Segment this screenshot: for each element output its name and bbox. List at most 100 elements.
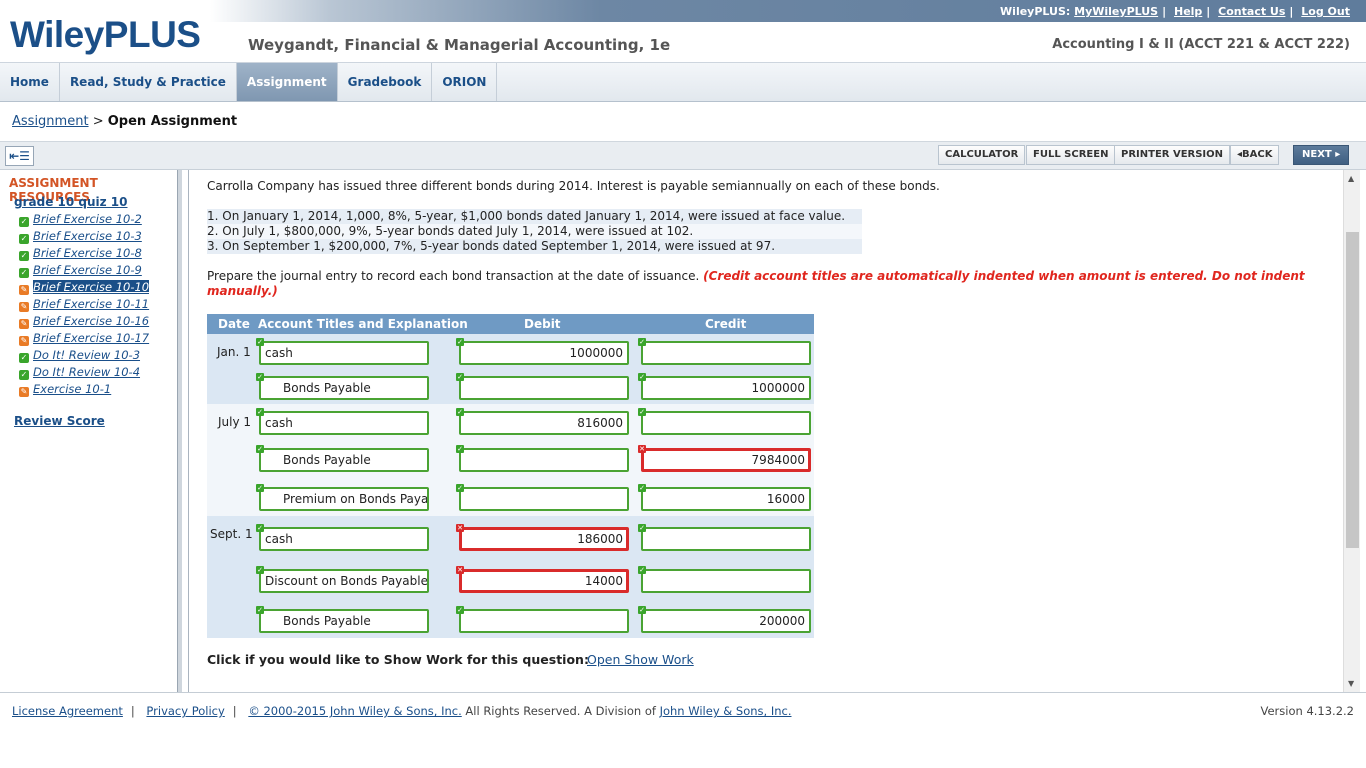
content-scrollbar[interactable]: ▲ ▼ bbox=[1343, 170, 1360, 692]
sidebar-item[interactable]: ✎ Exercise 10-1 bbox=[19, 382, 111, 397]
header-account: Account Titles and Explanation bbox=[258, 317, 468, 331]
collapse-sidebar-icon[interactable]: ⇤☰ bbox=[5, 146, 34, 166]
account-title-input[interactable]: Bonds Payable bbox=[259, 376, 429, 400]
correct-check-icon: ✓ bbox=[456, 606, 464, 614]
sidebar-item-link[interactable]: Brief Exercise 10-8 bbox=[33, 246, 142, 260]
credit-input[interactable] bbox=[641, 527, 811, 551]
partial-edit-icon: ✎ bbox=[19, 302, 29, 312]
license-agreement-link[interactable]: License Agreement bbox=[12, 704, 123, 718]
credit-input[interactable]: 16000 bbox=[641, 487, 811, 511]
footer-links: License Agreement | Privacy Policy | © 200… bbox=[12, 704, 792, 718]
sidebar-item[interactable]: ✓ Do It! Review 10-4 bbox=[19, 365, 140, 380]
book-title: Weygandt, Financial & Managerial Account… bbox=[248, 36, 671, 54]
division-link[interactable]: John Wiley & Sons, Inc. bbox=[660, 704, 792, 718]
debit-input[interactable] bbox=[459, 487, 629, 511]
sidebar-item-link[interactable]: Brief Exercise 10-10 bbox=[33, 280, 150, 294]
account-title-input[interactable]: cash bbox=[259, 527, 429, 551]
partial-edit-icon: ✎ bbox=[19, 285, 29, 295]
scroll-down-icon[interactable]: ▼ bbox=[1348, 679, 1354, 688]
debit-input[interactable]: 186000 bbox=[459, 527, 629, 551]
back-button[interactable]: ◂BACK bbox=[1230, 145, 1280, 165]
correct-check-icon: ✓ bbox=[256, 484, 264, 492]
rights-text: All Rights Reserved. A Division of bbox=[465, 704, 656, 718]
incorrect-x-icon: ✕ bbox=[638, 445, 646, 453]
scroll-up-icon[interactable]: ▲ bbox=[1348, 174, 1354, 183]
mywileyplus-link[interactable]: MyWileyPLUS bbox=[1074, 5, 1158, 18]
sidebar-item-link[interactable]: Brief Exercise 10-2 bbox=[33, 212, 142, 226]
credit-input[interactable]: 7984000 bbox=[641, 448, 811, 472]
tab-assignment[interactable]: Assignment bbox=[236, 63, 338, 101]
correct-check-icon: ✓ bbox=[456, 338, 464, 346]
debit-input[interactable] bbox=[459, 376, 629, 400]
account-title-input[interactable]: cash bbox=[259, 411, 429, 435]
credit-input[interactable] bbox=[641, 569, 811, 593]
account-title-input[interactable]: cash bbox=[259, 341, 429, 365]
question-prompt: Prepare the journal entry to record each… bbox=[207, 269, 1317, 299]
credit-input[interactable]: 1000000 bbox=[641, 376, 811, 400]
printer-version-button[interactable]: PRINTER VERSION bbox=[1114, 145, 1231, 165]
tab-read-study-practice[interactable]: Read, Study & Practice bbox=[60, 63, 237, 101]
sidebar-item-link[interactable]: Brief Exercise 10-11 bbox=[33, 297, 149, 311]
credit-input[interactable] bbox=[641, 341, 811, 365]
scroll-thumb[interactable] bbox=[1346, 232, 1359, 548]
debit-input[interactable] bbox=[459, 609, 629, 633]
debit-input[interactable]: 1000000 bbox=[459, 341, 629, 365]
sidebar-item-link[interactable]: Brief Exercise 10-3 bbox=[33, 229, 142, 243]
account-title-input[interactable]: Discount on Bonds Payable bbox=[259, 569, 429, 593]
next-button[interactable]: NEXT ▸ bbox=[1293, 145, 1350, 165]
credit-input[interactable] bbox=[641, 411, 811, 435]
tab-home[interactable]: Home bbox=[0, 63, 60, 101]
account-title-input[interactable]: Bonds Payable bbox=[259, 609, 429, 633]
sidebar-item-link[interactable]: Do It! Review 10-3 bbox=[33, 348, 140, 362]
breadcrumb-separator: > bbox=[92, 114, 104, 129]
correct-check-icon: ✓ bbox=[256, 524, 264, 532]
sidebar-item-link[interactable]: Exercise 10-1 bbox=[33, 382, 111, 396]
sidebar-item[interactable]: ✎ Brief Exercise 10-10 bbox=[19, 280, 150, 295]
sidebar-item[interactable]: ✓ Brief Exercise 10-8 bbox=[19, 246, 142, 261]
copyright-link[interactable]: © 2000-2015 John Wiley & Sons, Inc. bbox=[248, 704, 461, 718]
debit-input[interactable]: 816000 bbox=[459, 411, 629, 435]
correct-check-icon: ✓ bbox=[456, 484, 464, 492]
header-date: Date bbox=[218, 317, 250, 331]
complete-check-icon: ✓ bbox=[19, 217, 29, 227]
sidebar-item[interactable]: ✓ Brief Exercise 10-9 bbox=[19, 263, 142, 278]
log-out-link[interactable]: Log Out bbox=[1301, 5, 1350, 18]
incorrect-x-icon: ✕ bbox=[456, 566, 464, 574]
sidebar-item[interactable]: ✓ Brief Exercise 10-2 bbox=[19, 212, 142, 227]
contact-us-link[interactable]: Contact Us bbox=[1218, 5, 1285, 18]
partial-edit-icon: ✎ bbox=[19, 387, 29, 397]
sidebar-item-link[interactable]: Brief Exercise 10-16 bbox=[33, 314, 149, 328]
sidebar-item-link[interactable]: Do It! Review 10-4 bbox=[33, 365, 140, 379]
correct-check-icon: ✓ bbox=[256, 445, 264, 453]
debit-input[interactable]: 14000 bbox=[459, 569, 629, 593]
back-label: BACK bbox=[1242, 149, 1273, 160]
debit-input[interactable] bbox=[459, 448, 629, 472]
credit-input[interactable]: 200000 bbox=[641, 609, 811, 633]
partial-edit-icon: ✎ bbox=[19, 336, 29, 346]
tab-gradebook[interactable]: Gradebook bbox=[338, 63, 433, 101]
review-score-link[interactable]: Review Score bbox=[14, 414, 105, 428]
account-title-input[interactable]: Premium on Bonds Payable bbox=[259, 487, 429, 511]
wileyplus-logo[interactable]: WileyPLUS bbox=[10, 14, 201, 56]
privacy-policy-link[interactable]: Privacy Policy bbox=[146, 704, 224, 718]
question-content: Carrolla Company has issued three differ… bbox=[188, 170, 1334, 692]
sidebar-item[interactable]: ✎ Brief Exercise 10-16 bbox=[19, 314, 149, 329]
sidebar-item[interactable]: ✎ Brief Exercise 10-11 bbox=[19, 297, 149, 312]
help-link[interactable]: Help bbox=[1174, 5, 1202, 18]
full-screen-button[interactable]: FULL SCREEN bbox=[1026, 145, 1116, 165]
breadcrumb-assignment-link[interactable]: Assignment bbox=[12, 114, 89, 129]
tab-orion[interactable]: ORION bbox=[432, 63, 498, 101]
correct-check-icon: ✓ bbox=[256, 338, 264, 346]
account-title-input[interactable]: Bonds Payable bbox=[259, 448, 429, 472]
sidebar-item[interactable]: ✓ Do It! Review 10-3 bbox=[19, 348, 140, 363]
sidebar-item-link[interactable]: Brief Exercise 10-17 bbox=[33, 331, 149, 345]
sidebar-item-link[interactable]: Brief Exercise 10-9 bbox=[33, 263, 142, 277]
sidebar-item[interactable]: ✓ Brief Exercise 10-3 bbox=[19, 229, 142, 244]
top-bar: WileyPLUS: MyWileyPLUS | Help | Contact Us… bbox=[0, 0, 1366, 22]
open-show-work-link[interactable]: Open Show Work bbox=[587, 652, 694, 667]
correct-check-icon: ✓ bbox=[638, 524, 646, 532]
sidebar-item[interactable]: ✎ Brief Exercise 10-17 bbox=[19, 331, 149, 346]
quiz-link[interactable]: grade 10 quiz 10 bbox=[14, 195, 128, 209]
calculator-button[interactable]: CALCULATOR bbox=[938, 145, 1026, 165]
next-arrow-icon: ▸ bbox=[1335, 149, 1341, 160]
